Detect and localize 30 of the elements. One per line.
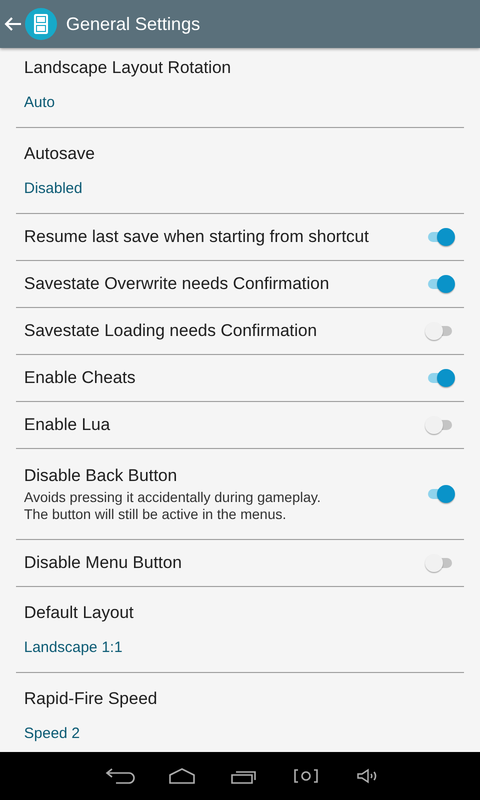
preference-value: Auto <box>24 94 56 111</box>
preference-title: Disable Back Button <box>24 466 178 486</box>
preference-value: Disabled <box>24 180 84 197</box>
preference-title: Savestate Overwrite needs Confirmation <box>24 274 330 294</box>
preference-description: Avoids pressing it accidentally during gameplay. The button will still be active in the menus. <box>24 488 322 522</box>
switch-preference[interactable]: Savestate Overwrite needs Confirmation <box>16 261 464 308</box>
preference-title: Default Layout <box>24 603 135 623</box>
preference-title: Enable Cheats <box>24 368 137 388</box>
switch-preference[interactable]: Resume last save when starting from shortcut <box>16 214 464 261</box>
back-icon[interactable] <box>104 766 136 786</box>
preference-value: Landscape 1:1 <box>24 639 124 656</box>
list-preference[interactable]: Autosave Disabled <box>16 128 464 214</box>
switch-preference[interactable]: Disable Back Button Avoids pressing it accidentally during gameplay. The button will still be active in the menus. <box>16 449 464 540</box>
preference-title: Savestate Loading needs Confirmation <box>24 321 318 341</box>
switch-preference[interactable]: Disable Menu Button <box>16 540 464 587</box>
preference-title: Enable Lua <box>24 415 112 435</box>
home-icon[interactable] <box>166 766 198 786</box>
switch-preference[interactable]: Enable Cheats <box>16 355 464 402</box>
switch-preference[interactable]: Savestate Loading needs Confirmation <box>16 308 464 355</box>
app-logo-icon <box>25 8 57 40</box>
preference-title: Autosave <box>24 144 96 164</box>
screen-title: General Settings <box>66 14 200 34</box>
preference-value: Speed 2 <box>24 725 81 742</box>
preference-title: Disable Menu Button <box>24 553 183 573</box>
list-preference[interactable]: Landscape Layout Rotation Auto <box>16 48 464 128</box>
preference-title: Landscape Layout Rotation <box>24 58 232 78</box>
preference-title: Resume last save when starting from shortcut <box>24 227 370 247</box>
switch-preference[interactable]: Enable Lua <box>16 402 464 449</box>
preference-title: Rapid-Fire Speed <box>24 689 158 709</box>
list-preference[interactable]: Default Layout Landscape 1:1 <box>16 587 464 673</box>
